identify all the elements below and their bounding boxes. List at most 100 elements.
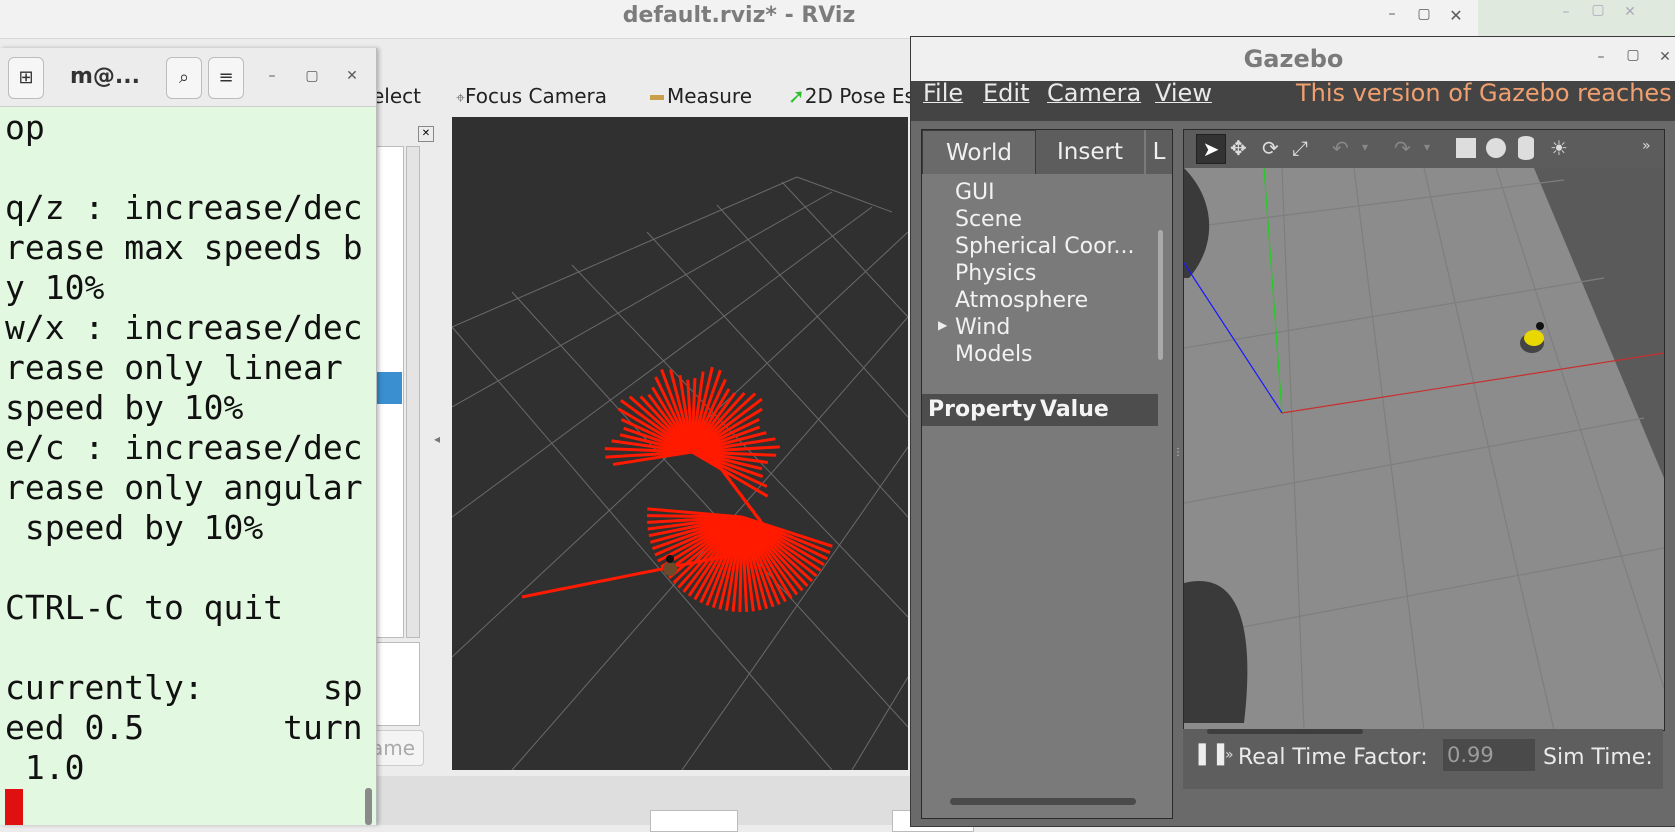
- version-notice: This version of Gazebo reaches en: [1296, 79, 1675, 107]
- terminal-line: currently: sp: [5, 668, 363, 707]
- box-shape-icon[interactable]: [1456, 138, 1476, 158]
- panel-close-icon[interactable]: ✕: [418, 126, 434, 142]
- sim-time-label: Sim Time:: [1543, 745, 1653, 770]
- value-column-header: Value: [1040, 397, 1109, 422]
- tree-item-gui[interactable]: GUI: [955, 180, 995, 205]
- terminal-line: speed by 10%: [5, 388, 244, 427]
- property-table-header: Property Value: [922, 394, 1158, 426]
- terminal-output: op q/z : increase/dec rease max speeds by …: [5, 108, 370, 788]
- more-tools-icon[interactable]: »: [1642, 138, 1651, 154]
- displays-scrollbar[interactable]: [406, 146, 420, 638]
- gazebo-close-button[interactable]: ✕: [1655, 49, 1675, 65]
- terminal-line: eed 0.5 turn: [5, 708, 363, 747]
- menu-icon[interactable]: ≡: [208, 57, 244, 99]
- terminal-close-button[interactable]: ✕: [342, 68, 362, 84]
- rviz-toolbar: elect ⌖Focus Camera Measure ➚2D Pose Es: [360, 76, 920, 114]
- ground-grid: [452, 176, 908, 770]
- new-tab-icon[interactable]: ⊞: [8, 57, 44, 99]
- tree-scrollbar[interactable]: [1158, 230, 1163, 360]
- menu-view[interactable]: View: [1155, 79, 1212, 107]
- tab-insert[interactable]: Insert: [1036, 130, 1144, 174]
- green-arrow-icon: ➚: [788, 84, 805, 108]
- rename-button[interactable]: ame: [370, 730, 424, 766]
- terminal-window[interactable]: ⊞ m@... ⌕ ≡ – ▢ ✕ op q/z : increase/dec re…: [0, 48, 377, 825]
- pose-arrow: [601, 571, 644, 583]
- bg-maximize-icon: ▢: [1591, 2, 1605, 18]
- focus-camera-label: Focus Camera: [465, 84, 607, 108]
- redo-icon[interactable]: ↷: [1394, 136, 1411, 160]
- menu-file[interactable]: File: [923, 79, 963, 107]
- left-panel-scrollbar[interactable]: [950, 798, 1136, 805]
- measure-tool[interactable]: Measure: [650, 84, 752, 108]
- gazebo-view-toolbar: ➤ ✥ ⟳ ⤢ ↶ ▾ ↷ ▾ ☀ »: [1184, 130, 1664, 168]
- rviz-maximize-button[interactable]: ▢: [1414, 6, 1434, 22]
- rviz-window-title: default.rviz* - RViz: [622, 3, 856, 28]
- bg-close-icon: ✕: [1624, 4, 1636, 20]
- undo-icon[interactable]: ↶: [1332, 136, 1349, 160]
- terminal-line: CTRL-C to quit: [5, 588, 284, 627]
- pose-estimate-label: 2D Pose Es: [804, 84, 915, 108]
- world-tree: GUI Scene Spherical Coor... Physics Atmo…: [922, 174, 1172, 390]
- rviz-3d-view[interactable]: [452, 117, 908, 770]
- view-scrollbar[interactable]: [1207, 729, 1363, 734]
- terminal-line: 1.0: [5, 748, 85, 787]
- terminal-line: rease only angular: [5, 468, 363, 507]
- ruler-icon: [650, 95, 664, 100]
- turtlebot-model: [1520, 322, 1544, 353]
- terminal-header: ⊞ m@... ⌕ ≡ – ▢ ✕: [0, 48, 376, 107]
- tree-item-wind[interactable]: Wind: [955, 315, 1010, 340]
- gazebo-title: Gazebo: [1243, 45, 1344, 73]
- properties-panel: [370, 642, 420, 726]
- tree-item-models[interactable]: Models: [955, 342, 1033, 367]
- rviz-time-bar: [370, 776, 974, 832]
- collapse-left-icon[interactable]: ◂: [434, 432, 440, 446]
- bg-minimize-icon: –: [1562, 4, 1570, 20]
- tree-item-spherical-coordinates[interactable]: Spherical Coor...: [955, 234, 1135, 259]
- select-mode-icon[interactable]: ➤: [1196, 134, 1226, 164]
- tab-world[interactable]: World: [922, 130, 1036, 175]
- gazebo-minimize-button[interactable]: –: [1591, 49, 1611, 65]
- scale-mode-icon[interactable]: ⤢: [1292, 136, 1308, 160]
- splitter-handle[interactable]: ⋮: [1173, 447, 1183, 461]
- tab-layers[interactable]: L: [1146, 130, 1172, 174]
- menu-camera[interactable]: Camera: [1047, 79, 1141, 107]
- select-tool[interactable]: elect: [372, 84, 421, 108]
- step-icon[interactable]: »: [1225, 747, 1234, 763]
- menu-edit[interactable]: Edit: [983, 79, 1029, 107]
- gazebo-scene: [1184, 168, 1664, 730]
- light-icon[interactable]: ☀: [1550, 136, 1568, 160]
- terminal-cursor: [5, 789, 23, 825]
- tree-item-physics[interactable]: Physics: [955, 261, 1036, 286]
- translate-mode-icon[interactable]: ✥: [1230, 136, 1247, 160]
- pose-estimate-tool[interactable]: ➚2D Pose Es: [788, 84, 915, 108]
- undo-dropdown-icon[interactable]: ▾: [1362, 140, 1368, 154]
- expand-arrow-icon[interactable]: ▶: [938, 318, 947, 332]
- terminal-line: speed by 10%: [5, 508, 264, 547]
- rviz-close-button[interactable]: ✕: [1446, 6, 1466, 25]
- rotate-mode-icon[interactable]: ⟳: [1262, 136, 1279, 160]
- time-field[interactable]: [650, 810, 738, 832]
- terminal-line: w/x : increase/dec: [5, 308, 363, 347]
- terminal-minimize-button[interactable]: –: [262, 68, 282, 84]
- sphere-shape-icon[interactable]: [1486, 138, 1506, 158]
- terminal-maximize-button[interactable]: ▢: [302, 68, 322, 84]
- focus-camera-tool[interactable]: ⌖Focus Camera: [456, 84, 607, 108]
- terminal-line: rease only linear: [5, 348, 343, 387]
- crosshair-icon: ⌖: [456, 88, 466, 107]
- terminal-title: m@...: [70, 64, 140, 89]
- terminal-line: q/z : increase/dec: [5, 188, 363, 227]
- gazebo-maximize-button[interactable]: ▢: [1623, 47, 1643, 63]
- redo-dropdown-icon[interactable]: ▾: [1424, 140, 1430, 154]
- search-icon[interactable]: ⌕: [166, 57, 202, 99]
- rviz-displays-panel: ✕ ame ◂: [370, 122, 448, 770]
- gazebo-left-panel: World Insert L GUI Scene Spherical Coor.…: [921, 129, 1173, 819]
- rviz-minimize-button[interactable]: –: [1382, 6, 1402, 22]
- tree-item-scene[interactable]: Scene: [955, 207, 1022, 232]
- gazebo-3d-view[interactable]: ➤ ✥ ⟳ ⤢ ↶ ▾ ↷ ▾ ☀ »: [1183, 129, 1665, 731]
- real-time-factor-label: Real Time Factor:: [1238, 745, 1428, 770]
- tree-item-atmosphere[interactable]: Atmosphere: [955, 288, 1088, 313]
- measure-label: Measure: [667, 84, 752, 108]
- cylinder-shape-icon[interactable]: [1518, 136, 1534, 160]
- terminal-scrollbar[interactable]: [365, 788, 372, 825]
